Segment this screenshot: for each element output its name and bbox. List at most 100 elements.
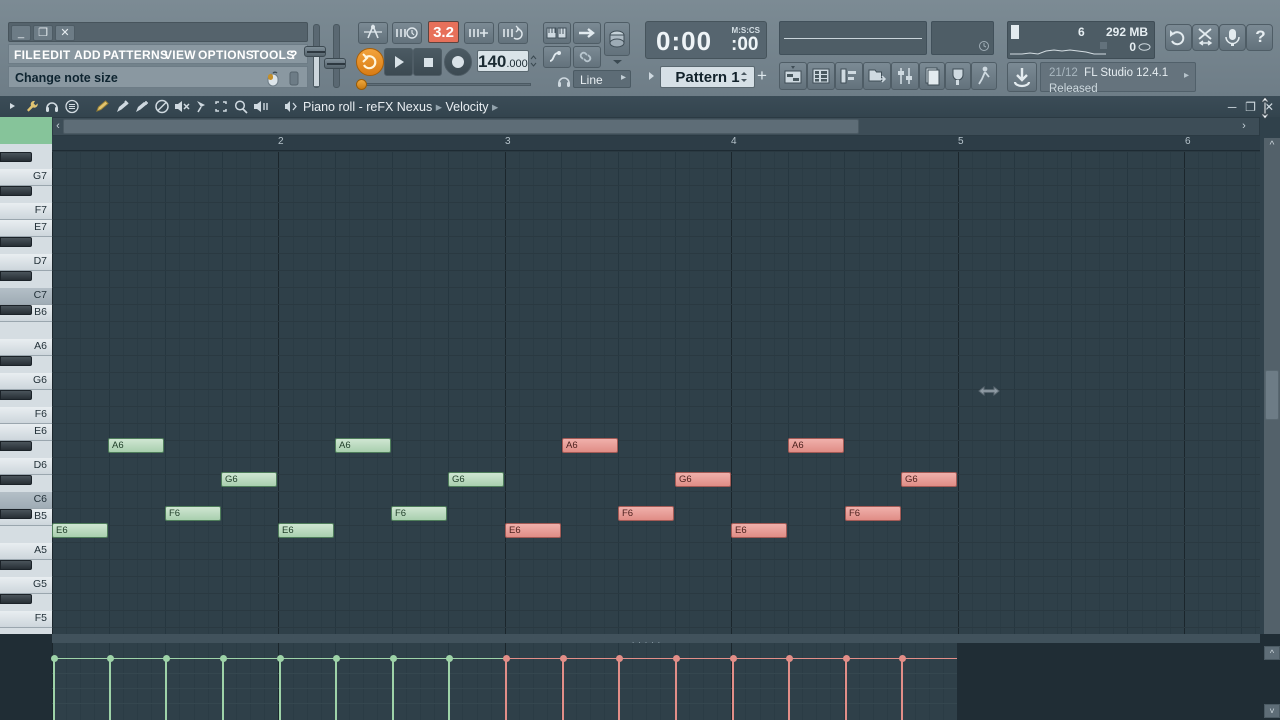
piano-key-white[interactable]: E7 bbox=[0, 220, 52, 237]
piano-keyboard[interactable]: G7 F7 E7 D7 C7 B6 A6 G6 F6 E6 D6 C6 B5 A5 G5 F5 bbox=[0, 138, 52, 720]
velocity-header[interactable]: . . . . . bbox=[52, 634, 1260, 645]
piano-key-white[interactable]: E6 bbox=[0, 424, 52, 441]
midi-note[interactable]: A6 bbox=[335, 438, 391, 453]
close-button[interactable]: ✕ bbox=[55, 25, 75, 41]
paint-icon[interactable] bbox=[114, 99, 131, 119]
plugin-picker-button[interactable] bbox=[945, 62, 971, 90]
menu-item-edit[interactable]: EDIT bbox=[42, 48, 71, 62]
minimize-button[interactable]: _ bbox=[11, 25, 31, 41]
horizontal-scrollbar[interactable]: ‹ › bbox=[52, 117, 1260, 136]
velocity-handle[interactable] bbox=[672, 655, 680, 662]
metronome-button[interactable] bbox=[358, 22, 388, 44]
pattern-add-button[interactable]: + bbox=[753, 66, 771, 88]
piano-key-white[interactable]: F6 bbox=[0, 407, 52, 424]
midi-note[interactable]: F6 bbox=[618, 506, 674, 521]
velocity-handle[interactable] bbox=[842, 655, 850, 662]
midi-note[interactable]: F6 bbox=[391, 506, 447, 521]
horizontal-scroll-thumb[interactable] bbox=[63, 119, 859, 134]
multilink-knobs-button[interactable] bbox=[543, 46, 571, 68]
help-button[interactable]: ? bbox=[1246, 24, 1273, 51]
midi-note[interactable]: G6 bbox=[448, 472, 504, 487]
scroll-left-arrow[interactable]: ‹ bbox=[53, 119, 63, 134]
menu-item-add[interactable]: ADD bbox=[74, 48, 101, 62]
pr-maximize-button[interactable]: ❐ bbox=[1244, 100, 1258, 114]
piano-key-white[interactable]: A6 bbox=[0, 339, 52, 356]
cut-tool-button[interactable] bbox=[1192, 24, 1219, 51]
velocity-handle[interactable] bbox=[785, 655, 793, 662]
scroll-up-arrow[interactable]: ^ bbox=[1265, 139, 1279, 153]
velocity-handle[interactable] bbox=[729, 655, 737, 662]
velocity-handle[interactable] bbox=[559, 655, 567, 662]
tempo-stepper-icon[interactable] bbox=[530, 52, 537, 70]
velocity-bar[interactable] bbox=[901, 658, 903, 720]
midi-note[interactable]: F6 bbox=[165, 506, 221, 521]
piano-key-black[interactable] bbox=[0, 509, 32, 519]
piano-key-white[interactable]: C7 bbox=[0, 288, 52, 305]
velocity-bar[interactable] bbox=[505, 658, 507, 720]
piano-key-white[interactable]: D6 bbox=[0, 458, 52, 475]
midi-note[interactable]: G6 bbox=[221, 472, 277, 487]
piano-key-white[interactable]: F5 bbox=[0, 611, 52, 628]
midi-note[interactable]: G6 bbox=[901, 472, 957, 487]
midi-note[interactable]: E6 bbox=[505, 523, 561, 538]
count-in-button[interactable] bbox=[464, 22, 494, 44]
playback-icon[interactable] bbox=[252, 99, 269, 119]
chevron-down-icon[interactable] bbox=[611, 58, 624, 66]
transport-position-slider[interactable] bbox=[356, 79, 531, 90]
piano-key-black[interactable] bbox=[0, 475, 32, 485]
slice-icon[interactable] bbox=[194, 99, 210, 119]
velocity-handle[interactable] bbox=[50, 655, 58, 662]
delete-icon[interactable] bbox=[154, 99, 170, 119]
velocity-bar[interactable] bbox=[562, 658, 564, 720]
vertical-scroll-thumb[interactable] bbox=[1265, 370, 1279, 420]
velocity-bar[interactable] bbox=[788, 658, 790, 720]
pr-close-button[interactable]: ✕ bbox=[1262, 100, 1276, 114]
microphone-button[interactable] bbox=[1219, 24, 1246, 51]
wrench-icon[interactable] bbox=[24, 99, 40, 119]
menu-item-patterns[interactable]: PATTERNS bbox=[103, 48, 168, 62]
link-button[interactable] bbox=[573, 46, 601, 68]
zoom-icon[interactable] bbox=[233, 99, 249, 119]
scroll-right-arrow[interactable]: › bbox=[1239, 119, 1249, 134]
vertical-scrollbar[interactable]: ^ ˅ bbox=[1264, 138, 1280, 720]
maximize-button[interactable]: ❐ bbox=[33, 25, 53, 41]
pattern-stepper-icon[interactable] bbox=[740, 69, 748, 85]
news-panel[interactable]: 21/12 FL Studio 12.4.1 Released ▸ bbox=[1040, 62, 1196, 95]
browser-button[interactable] bbox=[863, 62, 891, 90]
pr-minimize-button[interactable]: ─ bbox=[1225, 100, 1239, 114]
velocity-bar[interactable] bbox=[618, 658, 620, 720]
velocity-bar[interactable] bbox=[392, 658, 394, 720]
piano-key-white[interactable]: G6 bbox=[0, 373, 52, 390]
velocity-scroll-up[interactable]: ^ bbox=[1264, 646, 1280, 660]
mixer-button[interactable] bbox=[891, 62, 919, 90]
pattern-mode-indicator[interactable]: 3.2 bbox=[428, 21, 459, 43]
midi-note[interactable]: G6 bbox=[675, 472, 731, 487]
wait-for-input-button[interactable] bbox=[392, 22, 422, 44]
midi-out-button[interactable] bbox=[573, 22, 601, 44]
velocity-handle[interactable] bbox=[162, 655, 170, 662]
piano-key-white[interactable]: F7 bbox=[0, 203, 52, 220]
project-picker-button[interactable] bbox=[919, 62, 945, 90]
piano-key-black[interactable] bbox=[0, 594, 32, 604]
velocity-handle[interactable] bbox=[276, 655, 284, 662]
velocity-handle[interactable] bbox=[332, 655, 340, 662]
pattern-menu-arrow-icon[interactable] bbox=[645, 66, 657, 86]
velocity-bar[interactable] bbox=[335, 658, 337, 720]
midi-note[interactable]: E6 bbox=[278, 523, 334, 538]
velocity-handle[interactable] bbox=[445, 655, 453, 662]
play-button[interactable] bbox=[384, 48, 413, 76]
help-tool-button[interactable] bbox=[971, 62, 997, 90]
paint-add-icon[interactable] bbox=[134, 99, 151, 119]
playlist-button[interactable] bbox=[779, 62, 807, 90]
piano-key-black[interactable] bbox=[0, 441, 32, 451]
midi-note[interactable]: F6 bbox=[845, 506, 901, 521]
stop-button[interactable] bbox=[413, 48, 442, 76]
velocity-bar[interactable] bbox=[109, 658, 111, 720]
pencil-icon[interactable] bbox=[94, 99, 111, 119]
menu-item-options[interactable]: OPTIONS bbox=[198, 48, 254, 62]
piano-key-black[interactable] bbox=[0, 152, 32, 162]
velocity-bar[interactable] bbox=[222, 658, 224, 720]
velocity-grid[interactable] bbox=[50, 643, 957, 720]
menu-item-view[interactable]: VIEW bbox=[164, 48, 196, 62]
piano-key-white[interactable]: G7 bbox=[0, 169, 52, 186]
